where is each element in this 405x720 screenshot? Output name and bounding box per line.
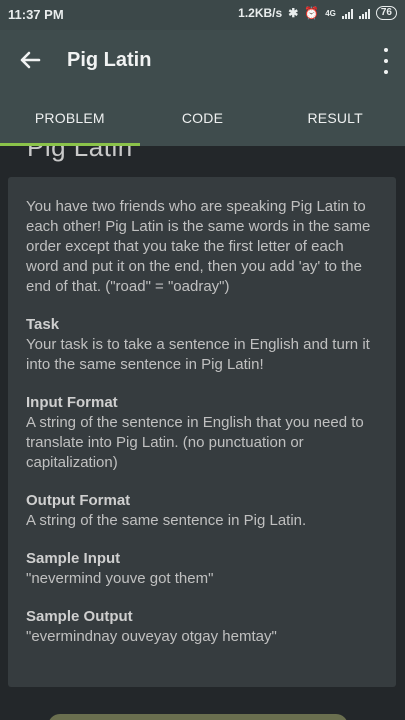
- signal-icon: [341, 7, 353, 19]
- back-button[interactable]: [14, 44, 46, 76]
- network-speed: 1.2KB/s: [238, 6, 283, 20]
- problem-intro: You have two friends who are speaking Pi…: [26, 198, 371, 295]
- more-vert-icon: [384, 48, 388, 52]
- section-text: A string of the sentence in English that…: [26, 414, 364, 471]
- section-text: Your task is to take a sentence in Engli…: [26, 336, 370, 373]
- network-type: 4G: [325, 8, 336, 18]
- tab-problem[interactable]: PROBLEM: [0, 92, 140, 146]
- app-bar: Pig Latin: [0, 30, 405, 92]
- bottom-button-edge[interactable]: [48, 714, 348, 720]
- section-title: Input Format: [26, 394, 118, 411]
- section-title: Sample Input: [26, 550, 121, 567]
- status-bar: 11:37 PM 1.2KB/s ✱ ⏰ 4G 76: [0, 0, 405, 30]
- problem-heading: Pig Latin: [27, 146, 133, 162]
- section-task: Task Your task is to take a sentence in …: [26, 315, 376, 375]
- problem-content[interactable]: Pig Latin You have two friends who are s…: [0, 146, 405, 720]
- arrow-left-icon: [20, 51, 41, 69]
- section-title: Sample Output: [26, 608, 133, 625]
- tab-code[interactable]: CODE: [140, 92, 266, 146]
- section-sample-input: Sample Input "nevermind youve got them": [26, 549, 376, 589]
- section-sample-output: Sample Output "evermindnay ouveyay otgay…: [26, 607, 376, 647]
- battery-icon: 76: [375, 6, 397, 20]
- section-output-format: Output Format A string of the same sente…: [26, 491, 376, 531]
- section-title: Output Format: [26, 492, 131, 509]
- section-text: A string of the same sentence in Pig Lat…: [26, 512, 307, 529]
- section-title: Task: [26, 316, 60, 333]
- page-title: Pig Latin: [67, 49, 152, 71]
- section-text: "evermindnay ouveyay otgay hemtay": [26, 628, 277, 645]
- status-time: 11:37 PM: [8, 7, 64, 22]
- problem-card: You have two friends who are speaking Pi…: [8, 177, 396, 687]
- status-icons: 1.2KB/s ✱ ⏰ 4G 76: [238, 6, 397, 20]
- section-input-format: Input Format A string of the sentence in…: [26, 393, 376, 473]
- signal-icon-2: [358, 7, 370, 19]
- overflow-menu-button[interactable]: [381, 48, 391, 74]
- bluetooth-icon: ✱: [288, 6, 299, 20]
- alarm-icon: ⏰: [304, 6, 320, 20]
- section-text: "nevermind youve got them": [26, 570, 214, 587]
- tab-result[interactable]: RESULT: [265, 92, 405, 146]
- tab-bar: PROBLEM CODE RESULT: [0, 92, 405, 146]
